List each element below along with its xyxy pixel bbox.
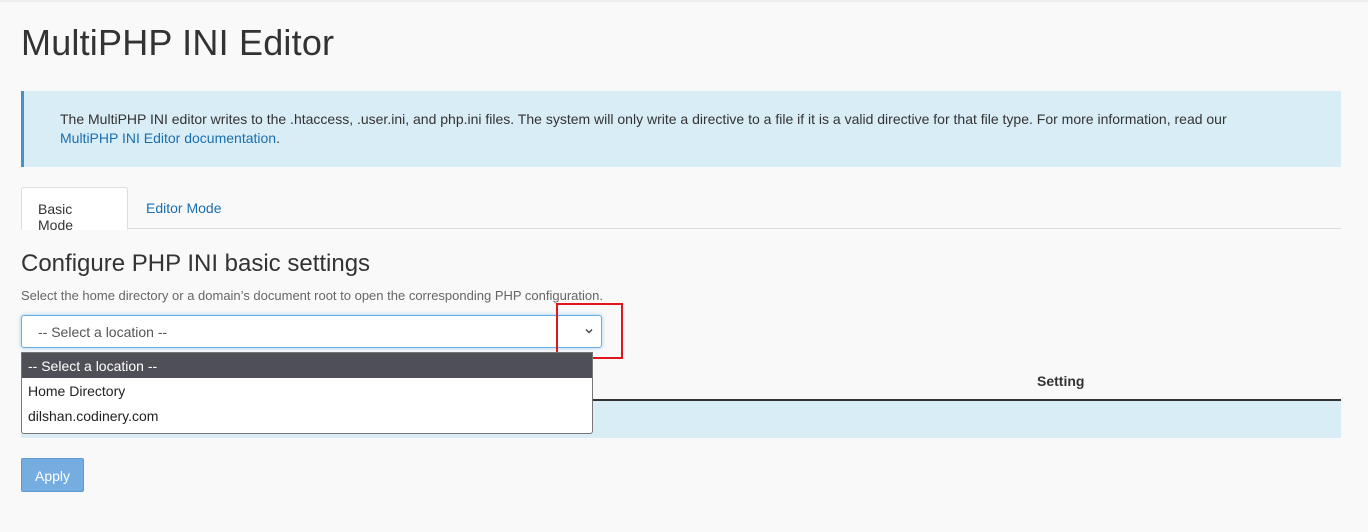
page-title: MultiPHP INI Editor bbox=[21, 22, 335, 63]
alert-suffix: . bbox=[276, 130, 280, 146]
tab-editor-mode[interactable]: Editor Mode bbox=[130, 187, 237, 229]
location-dropdown-list: -- Select a location -- Home Directory d… bbox=[21, 352, 593, 434]
dropdown-option-home-directory[interactable]: Home Directory bbox=[22, 378, 592, 403]
mode-tabs: Basic Mode Editor Mode bbox=[21, 187, 1341, 233]
dropdown-option-domain[interactable]: dilshan.codinery.com bbox=[22, 403, 592, 428]
info-alert: The MultiPHP INI editor writes to the .h… bbox=[21, 91, 1341, 167]
documentation-link[interactable]: MultiPHP INI Editor documentation bbox=[60, 130, 276, 146]
apply-button[interactable]: Apply bbox=[21, 458, 84, 492]
tab-basic-mode[interactable]: Basic Mode bbox=[21, 187, 128, 233]
dropdown-option-select-location[interactable]: -- Select a location -- bbox=[22, 353, 592, 378]
section-help-text: Select the home directory or a domain’s … bbox=[21, 288, 603, 303]
column-header-setting: Setting bbox=[1037, 373, 1085, 389]
location-select[interactable]: -- Select a location -- bbox=[21, 315, 602, 348]
annotation-highlight-box bbox=[556, 303, 623, 359]
section-heading: Configure PHP INI basic settings bbox=[21, 250, 371, 277]
page: MultiPHP INI Editor The MultiPHP INI edi… bbox=[0, 0, 1368, 532]
top-divider bbox=[0, 0, 1368, 2]
alert-text: The MultiPHP INI editor writes to the .h… bbox=[60, 111, 1227, 127]
location-select-value: -- Select a location -- bbox=[38, 324, 168, 340]
